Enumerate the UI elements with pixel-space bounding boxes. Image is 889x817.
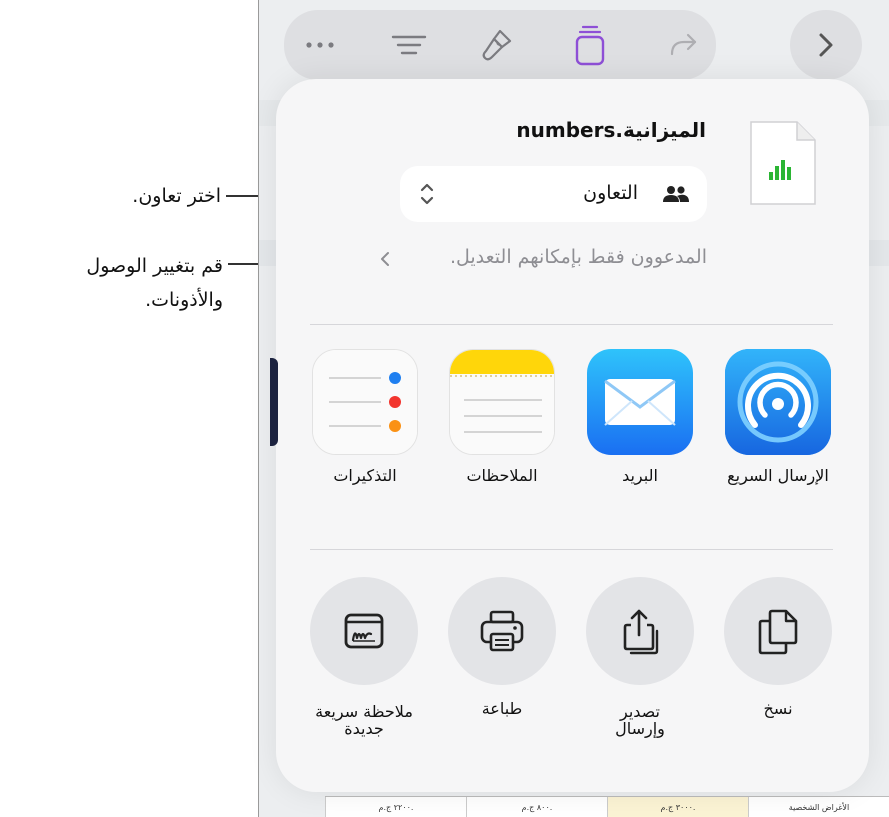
app-notes[interactable] [449,349,555,455]
chevron-up-down-icon [420,182,434,210]
background-cell: ٢٢٠٠ ج.م. [325,797,466,817]
numbers-file-icon [749,120,817,206]
app-reminders[interactable] [312,349,418,455]
annotation-choose-collaborate: اختر تعاون. [132,185,221,207]
access-permissions-link[interactable]: المدعوون فقط بإمكانهم التعديل. [450,246,707,268]
app-label-mail: البريد [622,466,658,485]
format-icon[interactable] [379,10,439,80]
action-label-copy: نسخ [763,699,793,718]
action-label-quick-note: ملاحظة سريعة جديدة [315,702,413,738]
chevron-right-icon [819,33,833,57]
reminders-icon [313,350,417,454]
redo-icon[interactable] [654,10,714,80]
print-button[interactable] [448,577,556,685]
app-label-reminders: التذكيرات [333,466,397,485]
app-label-airdrop: الإرسال السريع [727,466,829,485]
app-airdrop[interactable] [725,349,831,455]
share-icon[interactable] [560,10,620,80]
toolbar [284,10,716,80]
partial-app-icon [270,358,278,446]
next-button[interactable] [790,10,862,80]
document-name: الميزانية.numbers [516,118,706,142]
print-icon [480,610,524,652]
background-table-row: ٢٢٠٠ ج.م. ٨٠٠ ج.م. ٣٠٠٠ ج.م. الأغراض الش… [325,796,889,817]
divider [310,549,833,550]
background-cell: ٨٠٠ ج.م. [466,797,607,817]
notes-icon [450,350,554,454]
airdrop-icon [725,349,831,455]
paintbrush-icon[interactable] [467,10,527,80]
action-label-print: طباعة [481,699,523,718]
mail-icon [587,349,693,455]
divider [310,324,833,325]
quick-note-icon [344,613,384,649]
copy-button[interactable] [724,577,832,685]
background-cell: ٣٠٠٠ ج.م. [607,797,748,817]
action-label-export: تصدير وإرسال [615,702,665,738]
chevron-left-icon [380,251,390,271]
new-quick-note-button[interactable] [310,577,418,685]
copy-icon [758,609,798,655]
background-cell: الأغراض الشخصية [748,797,889,817]
annotation-change-access: قم بتغيير الوصول والأذونات. [86,255,223,311]
people-icon [663,185,689,207]
collaboration-mode-label: التعاون [583,182,638,204]
export-and-send-button[interactable] [586,577,694,685]
app-mail[interactable] [587,349,693,455]
more-icon[interactable] [290,10,350,80]
export-icon [623,609,659,655]
collaboration-select[interactable]: التعاون [400,166,707,222]
app-label-notes: الملاحظات [466,466,538,485]
